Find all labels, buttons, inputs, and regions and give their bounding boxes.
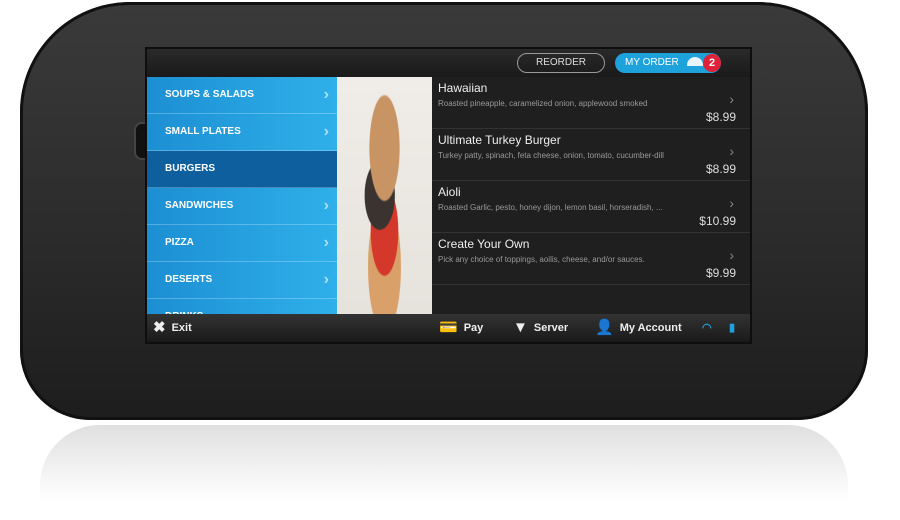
order-count-badge: 2 <box>703 54 721 72</box>
item-price: $8.99 <box>705 162 736 176</box>
category-deserts[interactable]: DESERTS › <box>147 262 337 299</box>
menu-item[interactable]: Aioli Roasted Garlic, pesto, honey dijon,… <box>432 181 750 233</box>
server-button[interactable]: ▼ Server <box>513 314 568 342</box>
top-bar: REORDER MY ORDER 2 <box>147 49 750 77</box>
category-small-plates[interactable]: SMALL PLATES › <box>147 114 337 151</box>
category-label: PIZZA <box>165 237 194 248</box>
reorder-button[interactable]: REORDER <box>517 53 605 73</box>
category-sandwiches[interactable]: SANDWICHES › <box>147 188 337 225</box>
item-price: $9.99 <box>705 266 736 280</box>
category-label: BURGERS <box>165 163 216 174</box>
exit-button[interactable]: ✖ Exit <box>153 314 192 342</box>
item-price: $8.99 <box>705 110 736 124</box>
item-name: Ultimate Turkey Burger <box>438 133 561 147</box>
user-icon: 👤 <box>595 319 614 336</box>
item-name: Hawaiian <box>438 81 488 95</box>
my-order-label: MY ORDER <box>625 57 679 68</box>
battery-icon: ▮ <box>729 322 736 334</box>
tuxedo-icon: ▼ <box>513 319 528 336</box>
item-name: Create Your Own <box>438 237 530 251</box>
item-description: Roasted pineapple, caramelized onion, ap… <box>438 99 648 108</box>
account-label: My Account <box>619 322 682 334</box>
category-label: SOUPS & SALADS <box>165 89 254 100</box>
chevron-right-icon: › <box>729 247 734 263</box>
chevron-right-icon: › <box>323 271 329 288</box>
chevron-right-icon: › <box>323 234 329 251</box>
chevron-right-icon: › <box>323 123 329 140</box>
chevron-right-icon: › <box>323 197 329 214</box>
item-description: Pick any choice of toppings, aoilis, che… <box>438 255 645 264</box>
exit-label: Exit <box>171 322 192 334</box>
menu-item[interactable]: Create Your Own Pick any choice of toppin… <box>432 233 750 285</box>
chevron-right-icon: › <box>729 91 734 107</box>
category-label: SANDWICHES <box>165 200 234 211</box>
chevron-right-icon: › <box>323 86 329 103</box>
item-description: Roasted Garlic, pesto, honey dijon, lemo… <box>438 203 663 212</box>
category-soups-salads[interactable]: SOUPS & SALADS › <box>147 77 337 114</box>
item-description: Turkey patty, spinach, feta cheese, onio… <box>438 151 664 160</box>
my-account-button[interactable]: 👤 My Account <box>595 314 682 342</box>
category-sidebar: SOUPS & SALADS › SMALL PLATES › BURGERS SA… <box>147 77 337 336</box>
close-icon: ✖ <box>153 319 166 336</box>
credit-card-icon: 💳 <box>439 319 458 336</box>
server-label: Server <box>533 322 569 334</box>
chevron-right-icon: › <box>729 195 734 211</box>
category-pizza[interactable]: PIZZA › <box>147 225 337 262</box>
menu-item[interactable]: Hawaiian Roasted pineapple, caramelized o… <box>432 77 750 129</box>
menu-item[interactable]: Ultimate Turkey Burger Turkey patty, spin… <box>432 129 750 181</box>
wifi-icon: ◠ <box>702 322 712 334</box>
category-label: DESERTS <box>165 274 213 285</box>
item-price: $10.99 <box>699 214 736 228</box>
category-burgers[interactable]: BURGERS <box>147 151 337 188</box>
screen: REORDER MY ORDER 2 SOUPS & SALADS › SMALL… <box>145 47 752 344</box>
item-name: Aioli <box>438 185 461 199</box>
menu-list: Hawaiian Roasted pineapple, caramelized o… <box>432 77 750 314</box>
serving-bell-icon <box>687 57 703 66</box>
bottom-bar: ✖ Exit 💳 Pay ▼ Server 👤 My Account ◠ ▮ <box>147 314 750 342</box>
category-label: SMALL PLATES <box>165 126 241 137</box>
pay-label: Pay <box>463 322 484 334</box>
chevron-right-icon: › <box>729 143 734 159</box>
burger-photo <box>337 77 432 314</box>
pay-button[interactable]: 💳 Pay <box>439 314 483 342</box>
device-reflection <box>40 425 848 520</box>
